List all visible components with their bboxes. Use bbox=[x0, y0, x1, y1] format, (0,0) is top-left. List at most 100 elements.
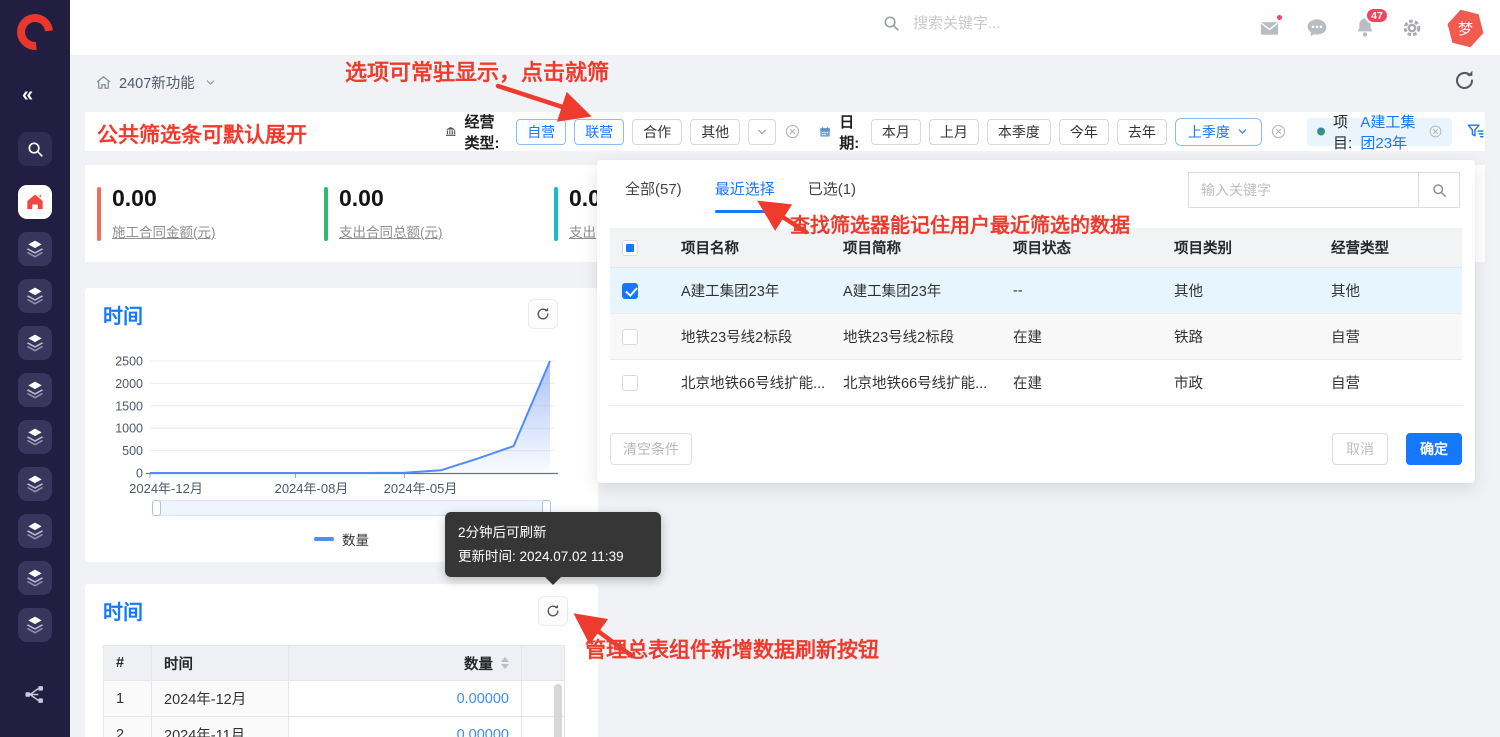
clear-conditions-button[interactable]: 清空条件 bbox=[610, 433, 692, 465]
stat-label[interactable]: 支出 bbox=[569, 221, 596, 241]
stat-label[interactable]: 支出合同总额(元) bbox=[339, 221, 443, 241]
col-value-label: 数量 bbox=[464, 653, 493, 674]
sort-caret-icon[interactable] bbox=[501, 657, 509, 669]
col-project-category: 项目类别 bbox=[1162, 228, 1319, 267]
sidebar-item-module-7[interactable] bbox=[18, 514, 52, 548]
tab-recent[interactable]: 最近选择 bbox=[715, 178, 775, 209]
filter-date-option-2[interactable]: 本季度 bbox=[987, 119, 1051, 145]
row-checkbox[interactable] bbox=[622, 283, 638, 299]
cancel-button[interactable]: 取消 bbox=[1332, 433, 1388, 465]
layers-icon bbox=[25, 521, 45, 541]
breadcrumb[interactable]: 2407新功能 bbox=[95, 72, 217, 93]
sidebar-item-module-8[interactable] bbox=[18, 561, 52, 595]
panel-tabs: 全部(57) 最近选择 已选(1) bbox=[625, 178, 856, 209]
global-search-input[interactable] bbox=[913, 15, 1113, 32]
sidebar-share-button[interactable] bbox=[23, 683, 46, 706]
filter-date-option-0[interactable]: 本月 bbox=[871, 119, 921, 145]
filter-biz-more-button[interactable] bbox=[748, 119, 776, 145]
sidebar-item-module-1[interactable] bbox=[18, 232, 52, 266]
project-row[interactable]: 北京地铁66号线扩能... 北京地铁66号线扩能... 在建 市政 自营 bbox=[610, 360, 1462, 406]
filter-biz-clear-button[interactable] bbox=[784, 123, 801, 140]
legend-label: 数量 bbox=[342, 529, 369, 549]
filter-biz-option-0[interactable]: 自营 bbox=[516, 119, 566, 145]
layers-icon bbox=[25, 474, 45, 494]
user-avatar[interactable]: 梦 bbox=[1443, 6, 1488, 51]
refresh-icon bbox=[545, 603, 561, 619]
row-checkbox[interactable] bbox=[622, 329, 638, 345]
layers-icon bbox=[25, 427, 45, 447]
tab-all[interactable]: 全部(57) bbox=[625, 178, 682, 209]
sidebar-item-module-9[interactable] bbox=[18, 608, 52, 642]
chart-refresh-button[interactable] bbox=[528, 299, 558, 329]
table-row[interactable]: 1 2024年-12月 0.00000 bbox=[103, 681, 565, 717]
filter-date-clear-button[interactable] bbox=[1270, 123, 1287, 140]
project-value: A建工集团23年 bbox=[1360, 111, 1421, 153]
project-table: 项目名称 项目简称 项目状态 项目类别 经营类型 A建工集团23年 A建工集团2… bbox=[610, 228, 1462, 406]
cell-project-category: 市政 bbox=[1162, 360, 1319, 405]
panel-search-input[interactable] bbox=[1188, 172, 1418, 208]
svg-text:2024年-05月: 2024年-05月 bbox=[384, 481, 458, 496]
filter-biz-option-1[interactable]: 联营 bbox=[574, 119, 624, 145]
sidebar-item-module-5[interactable] bbox=[18, 420, 52, 454]
layers-icon bbox=[25, 615, 45, 635]
cell-value[interactable]: 0.00000 bbox=[289, 717, 522, 737]
project-clear-button[interactable] bbox=[1428, 124, 1443, 139]
stat-accent-bar bbox=[324, 187, 328, 241]
stat-label[interactable]: 施工合同金额(元) bbox=[112, 221, 216, 241]
filter-bar: 公共筛选条可默认展开 经营类型: 自营 联营 合作 其他 日期: 本月 上月 本… bbox=[85, 112, 1485, 151]
panel-search-button[interactable] bbox=[1418, 172, 1460, 208]
sidebar-item-module-6[interactable] bbox=[18, 467, 52, 501]
project-filter-tag[interactable]: 项目: A建工集团23年 bbox=[1307, 118, 1452, 146]
filter-date-dropdown[interactable]: 上季度 bbox=[1175, 118, 1262, 146]
table-row[interactable]: 2 2024年-11月 0.00000 bbox=[103, 717, 565, 737]
filter-date-option-4[interactable]: 去年 bbox=[1117, 119, 1167, 145]
filter-biz-option-3[interactable]: 其他 bbox=[690, 119, 740, 145]
col-index: # bbox=[103, 645, 152, 681]
cell-biz-type: 自营 bbox=[1319, 314, 1462, 359]
search-icon bbox=[26, 140, 45, 159]
cell-time: 2024年-12月 bbox=[152, 681, 289, 717]
datazoom-left-handle[interactable] bbox=[152, 500, 161, 516]
share-nodes-icon bbox=[23, 683, 46, 706]
filter-biz-option-2[interactable]: 合作 bbox=[632, 119, 682, 145]
sidebar-item-module-3[interactable] bbox=[18, 326, 52, 360]
table-refresh-button[interactable] bbox=[538, 596, 568, 626]
row-checkbox[interactable] bbox=[622, 375, 638, 391]
layers-icon bbox=[25, 380, 45, 400]
settings-button[interactable] bbox=[1401, 17, 1423, 39]
cell-time: 2024年-11月 bbox=[152, 717, 289, 737]
line-chart[interactable]: 050010001500200025002024年-12月2024年-08月20… bbox=[85, 346, 598, 506]
sidebar-item-home[interactable] bbox=[18, 185, 52, 219]
notifications-button[interactable]: 47 bbox=[1353, 16, 1377, 40]
filter-settings-button[interactable] bbox=[1466, 122, 1485, 141]
inbox-button[interactable] bbox=[1258, 17, 1281, 40]
tab-selected[interactable]: 已选(1) bbox=[808, 178, 856, 209]
funnel-filter-icon bbox=[1466, 122, 1485, 141]
home-icon bbox=[25, 192, 45, 212]
table-scrollbar[interactable] bbox=[554, 684, 562, 737]
cell-project-name: 地铁23号线2标段 bbox=[669, 314, 831, 359]
sidebar-collapse-button[interactable]: « bbox=[22, 84, 31, 107]
table-card-title: 时间 bbox=[103, 596, 143, 625]
chat-icon bbox=[1305, 16, 1329, 40]
sidebar-search-button[interactable] bbox=[18, 132, 52, 166]
summary-table-header: # 时间 数量 bbox=[103, 645, 565, 681]
filter-date-option-3[interactable]: 今年 bbox=[1059, 119, 1109, 145]
chart-card-title: 时间 bbox=[103, 300, 143, 329]
filter-date-option-1[interactable]: 上月 bbox=[929, 119, 979, 145]
breadcrumb-title: 2407新功能 bbox=[119, 72, 195, 93]
project-row[interactable]: 地铁23号线2标段 地铁23号线2标段 在建 铁路 自营 bbox=[610, 314, 1462, 360]
sidebar-item-module-2[interactable] bbox=[18, 279, 52, 313]
svg-text:2024年-12月: 2024年-12月 bbox=[129, 481, 203, 496]
cell-project-status: 在建 bbox=[1001, 314, 1162, 359]
select-all-checkbox[interactable] bbox=[622, 240, 638, 256]
page-refresh-button[interactable] bbox=[1452, 68, 1477, 93]
cell-value[interactable]: 0.00000 bbox=[289, 681, 522, 717]
messages-button[interactable] bbox=[1305, 16, 1329, 40]
sidebar-item-module-4[interactable] bbox=[18, 373, 52, 407]
annotation-refresh-note: 管理总表组件新增数据刷新按钮 bbox=[585, 634, 879, 664]
col-value[interactable]: 数量 bbox=[289, 645, 522, 681]
project-row[interactable]: A建工集团23年 A建工集团23年 -- 其他 其他 bbox=[610, 268, 1462, 314]
annotation-recent-memory: 查找筛选器能记住用户最近筛选的数据 bbox=[790, 209, 1130, 238]
confirm-button[interactable]: 确定 bbox=[1406, 433, 1462, 465]
